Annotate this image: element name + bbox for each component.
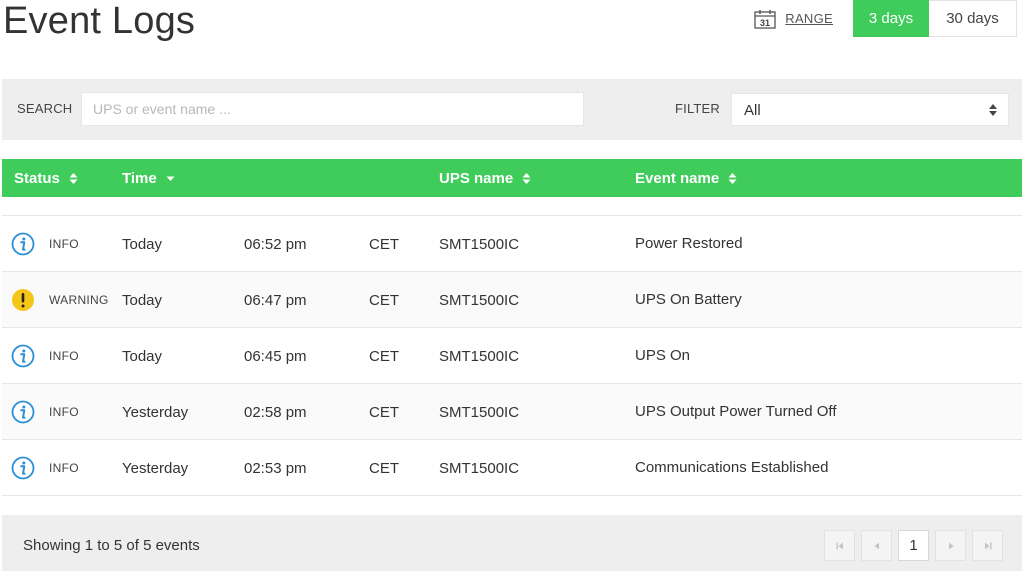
range-label: RANGE [785, 11, 833, 26]
event-name: Communications Established [635, 459, 829, 476]
last-page-icon [984, 542, 991, 549]
status-level: INFO [49, 349, 79, 363]
ups-name: SMT1500IC [439, 460, 520, 477]
event-day: Today [122, 292, 163, 309]
event-day: Today [122, 236, 163, 253]
status-level: WARNING [49, 293, 109, 307]
column-header-status[interactable]: Status [14, 170, 78, 187]
event-name: Power Restored [635, 235, 743, 252]
filter-value: All [744, 102, 761, 119]
event-timezone: CET [369, 404, 399, 421]
previous-page-button[interactable] [861, 530, 892, 561]
info-icon [11, 400, 35, 424]
pagination: 1 [818, 530, 1003, 561]
column-header-ups-name-label: UPS name [439, 170, 514, 187]
status-level: INFO [49, 237, 79, 251]
event-name: UPS On Battery [635, 291, 742, 308]
event-timezone: CET [369, 236, 399, 253]
info-icon [11, 344, 35, 368]
column-header-event-name-label: Event name [635, 170, 720, 187]
column-header-time[interactable]: Time [122, 170, 175, 187]
range-30-days-button[interactable]: 30 days [929, 0, 1017, 37]
event-time: 02:58 pm [244, 404, 307, 421]
status-level: INFO [49, 461, 79, 475]
current-page[interactable]: 1 [898, 530, 929, 561]
event-timezone: CET [369, 460, 399, 477]
info-icon [11, 456, 35, 480]
column-header-status-label: Status [14, 170, 60, 187]
search-input[interactable] [81, 92, 584, 126]
range-controls: 31 RANGE 3 days 30 days [754, 0, 1017, 37]
range-3-days-button[interactable]: 3 days [853, 0, 929, 37]
filter-select[interactable]: All [731, 93, 1009, 126]
event-name: UPS On [635, 347, 691, 364]
event-time: 06:52 pm [244, 236, 307, 253]
sort-icon [728, 173, 737, 184]
filter-label: FILTER [675, 101, 721, 116]
calendar-day: 31 [760, 18, 770, 28]
search-bar: SEARCH FILTER All [2, 79, 1022, 140]
sort-icon [522, 173, 531, 184]
info-icon [11, 232, 35, 256]
first-page-icon [836, 542, 843, 549]
status-level: INFO [49, 405, 79, 419]
event-time: 06:45 pm [244, 348, 307, 365]
chevron-left-icon [874, 542, 879, 549]
last-page-button[interactable] [972, 530, 1003, 561]
table-row[interactable]: INFO Today 06:45 pm CET SMT1500IC UPS On [2, 328, 1022, 384]
page-title: Event Logs [3, 0, 196, 42]
calendar-icon: 31 [754, 9, 776, 29]
ups-name: SMT1500IC [439, 292, 520, 309]
showing-count: Showing 1 to 5 of 5 events [23, 537, 200, 554]
table-row[interactable]: INFO Yesterday 02:53 pm CET SMT1500IC Co… [2, 440, 1022, 496]
ups-name: SMT1500IC [439, 404, 520, 421]
next-page-button[interactable] [935, 530, 966, 561]
table-row[interactable]: INFO Today 06:52 pm CET SMT1500IC Power … [2, 216, 1022, 272]
select-arrows-icon [989, 104, 997, 116]
range-button[interactable]: 31 RANGE [754, 9, 833, 29]
event-name: UPS Output Power Turned Off [635, 403, 837, 420]
event-timezone: CET [369, 348, 399, 365]
ups-name: SMT1500IC [439, 348, 520, 365]
chevron-right-icon [948, 542, 953, 549]
sort-icon [69, 173, 78, 184]
event-time: 02:53 pm [244, 460, 307, 477]
table-row[interactable]: INFO Yesterday 02:58 pm CET SMT1500IC UP… [2, 384, 1022, 440]
event-day: Yesterday [122, 404, 189, 421]
column-header-time-label: Time [122, 170, 157, 187]
event-timezone: CET [369, 292, 399, 309]
search-label: SEARCH [17, 101, 73, 116]
table-row[interactable]: WARNING Today 06:47 pm CET SMT1500IC UPS… [2, 272, 1022, 328]
ups-name: SMT1500IC [439, 236, 520, 253]
event-day: Today [122, 348, 163, 365]
column-header-ups-name[interactable]: UPS name [439, 170, 531, 187]
event-day: Yesterday [122, 460, 189, 477]
first-page-button[interactable] [824, 530, 855, 561]
table-header: Status Time UPS name Event name [2, 159, 1022, 197]
column-header-event-name[interactable]: Event name [635, 170, 737, 187]
table-footer: Showing 1 to 5 of 5 events 1 [2, 515, 1022, 571]
event-time: 06:47 pm [244, 292, 307, 309]
event-table-body: INFO Today 06:52 pm CET SMT1500IC Power … [2, 215, 1022, 496]
warning-icon [12, 289, 34, 311]
sort-desc-icon [166, 176, 175, 181]
